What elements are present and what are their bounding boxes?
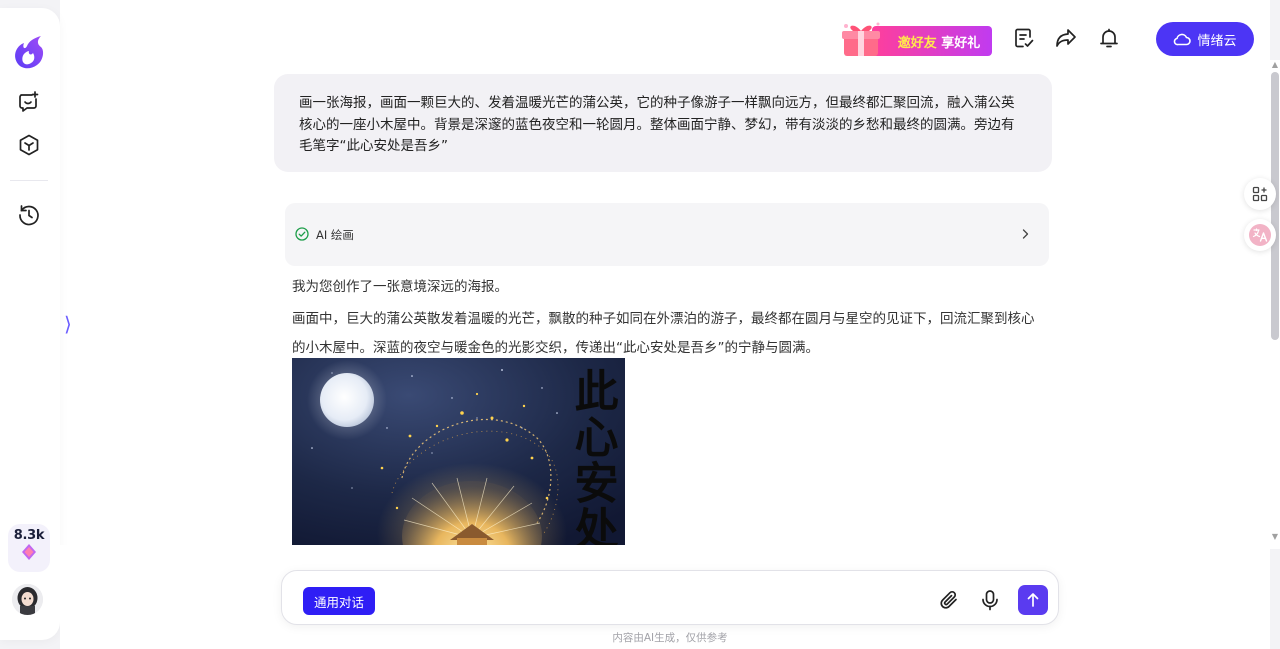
points-value: 8.3k (13, 528, 45, 543)
poster-calligraphy: 此心安处 (567, 368, 619, 545)
sidebar-divider (10, 180, 48, 181)
scroll-down-arrow[interactable]: ▼ (1270, 532, 1280, 542)
assistant-reply-intro: 我为您创作了一张意境深远的海报。 (292, 279, 508, 295)
assistant-reply-body: 画面中，巨大的蒲公英散发着温暖的光芒，飘散的种子如同在外漂泊的游子，最终都在圆月… (292, 311, 1035, 356)
check-circle-icon (295, 227, 309, 241)
message-composer: 通用对话 (281, 570, 1059, 625)
tool-card-label: AI 绘画 (316, 228, 354, 242)
ai-drawing-tool-card[interactable]: AI 绘画 (285, 203, 1049, 266)
share-button[interactable] (1054, 26, 1078, 50)
invite-pill: 邀好友 享好礼 (872, 26, 992, 56)
new-chat-button[interactable] (15, 88, 43, 116)
add-widget-icon (1252, 186, 1268, 202)
paperclip-icon (940, 590, 957, 609)
points-badge[interactable]: 8.3k (8, 524, 50, 572)
send-arrow-icon (1027, 593, 1039, 607)
bell-icon (1100, 28, 1118, 48)
notifications-button[interactable] (1097, 26, 1121, 50)
ai-disclaimer: 内容由AI生成，仅供参考 (612, 632, 728, 644)
user-avatar[interactable] (12, 584, 43, 615)
cloud-icon (1174, 33, 1192, 46)
agents-button[interactable] (15, 131, 43, 159)
scrollbar-thumb[interactable] (1271, 72, 1279, 340)
flame-logo-icon[interactable] (10, 34, 48, 72)
cube-icon (19, 134, 39, 156)
send-button[interactable] (1018, 585, 1048, 615)
scroll-up-arrow[interactable]: ▲ (1270, 60, 1280, 70)
mode-chip-general-chat[interactable]: 通用对话 (303, 587, 375, 615)
apps-float-button[interactable] (1244, 178, 1276, 210)
notes-button[interactable] (1012, 26, 1036, 50)
translate-icon (1249, 224, 1271, 246)
voice-input-button[interactable] (979, 589, 1001, 611)
chevron-right-icon (1022, 229, 1029, 239)
diamond-icon (22, 544, 36, 560)
share-icon (1056, 29, 1076, 47)
sidebar: 8.3k (0, 8, 60, 640)
history-button[interactable] (15, 201, 43, 229)
emotion-cloud-button[interactable]: 情绪云 (1156, 22, 1254, 56)
invite-part2: 享好礼 (941, 35, 981, 51)
invite-friends-banner[interactable]: 邀好友 享好礼 (836, 18, 992, 58)
attach-button[interactable] (938, 589, 960, 611)
translate-float-button[interactable] (1244, 219, 1276, 251)
sidebar-expand-toggle[interactable]: ⟩ (64, 312, 78, 336)
user-message-bubble: 画一张海报，画面一颗巨大的、发着温暖光芒的蒲公英，它的种子像游子一样飘向远方，但… (274, 74, 1052, 172)
generated-poster-image[interactable]: 此心安处 (292, 358, 625, 545)
microphone-icon (982, 590, 998, 611)
cloud-label: 情绪云 (1197, 33, 1237, 49)
edit-note-icon (1015, 28, 1034, 48)
message-input[interactable] (386, 585, 926, 613)
gift-box-icon (842, 22, 880, 56)
chat-bubble-icon (19, 91, 39, 112)
history-icon (19, 205, 39, 226)
invite-part1: 邀好友 (897, 35, 937, 51)
